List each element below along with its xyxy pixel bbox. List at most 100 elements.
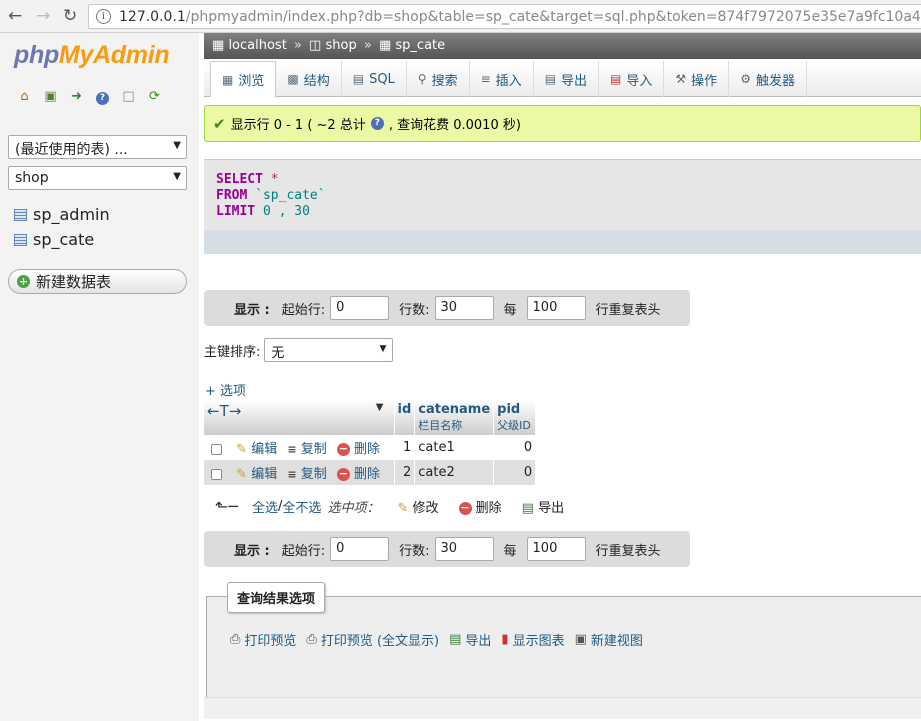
forward-icon[interactable]: → [36, 7, 50, 25]
column-name: catename [418, 402, 491, 417]
edit-link[interactable]: ✎ 编辑 [236, 467, 277, 482]
delete-label: 删除 [354, 442, 381, 457]
tab-sql[interactable]: ▤ SQL [342, 61, 407, 97]
sql-icon: ▤ [352, 72, 365, 86]
database-select[interactable]: shop ▼ [8, 166, 187, 190]
uncheck-all-link[interactable]: 全不选 [282, 497, 321, 516]
sql-keyword-from: FROM [216, 188, 248, 203]
row-checkbox[interactable] [211, 469, 222, 480]
column-header-pid[interactable]: pid 父级ID [493, 400, 537, 435]
address-bar[interactable]: i 127.0.0.1/phpmyadmin/index.php?db=shop… [88, 4, 921, 29]
cell-catename[interactable]: cate1 [414, 435, 495, 460]
checkmark-icon: ✔ [213, 114, 226, 133]
sql-star: * [262, 172, 279, 187]
recent-tables-select[interactable]: (最近使用的表) ... ▼ [8, 135, 187, 159]
sort-select[interactable]: 无 ▼ [264, 338, 394, 362]
rows-input[interactable]: 30 [434, 296, 494, 320]
back-icon[interactable]: ← [8, 7, 22, 25]
chevron-down-icon: ▼ [379, 344, 387, 354]
create-view-link[interactable]: 新建视图 [591, 630, 643, 649]
docs-icon[interactable]: ? [94, 88, 111, 105]
import-icon: ▤ [610, 72, 622, 86]
phpmyadmin-logo[interactable]: phpMyAdmin [14, 41, 170, 70]
tab-export[interactable]: ▤ 导出 [534, 61, 600, 97]
page-icon[interactable]: □ [120, 88, 137, 105]
export-icon: ▤ [544, 72, 557, 86]
tab-structure[interactable]: ▩ 结构 [276, 61, 342, 97]
new-table-button[interactable]: + 新建数据表 [8, 269, 187, 294]
pencil-icon: ✎ [397, 501, 409, 516]
info-icon[interactable]: i [96, 9, 111, 24]
cell-id[interactable]: 2 [394, 460, 416, 485]
sql-limit-value: 0 , 30 [255, 204, 310, 219]
navigation-form-bottom: 显示 : 起始行: 0 行数: 30 每 100 行重复表头 [204, 531, 690, 567]
query-window-icon[interactable]: ➜ [68, 88, 85, 105]
bulk-delete-button[interactable]: − 删除 [458, 497, 502, 516]
export-link[interactable]: 导出 [465, 630, 491, 649]
print-preview-link[interactable]: 打印预览 [244, 630, 296, 649]
sidebar-table-sp-cate[interactable]: sp_cate [14, 230, 94, 249]
cell-pid[interactable]: 0 [493, 435, 537, 460]
rows-input[interactable]: 30 [434, 537, 494, 561]
row-actions: ✎ 编辑 ≡ 复制 − 删除 [204, 435, 395, 460]
row-checkbox[interactable] [211, 444, 222, 455]
copy-icon: ≡ [287, 443, 297, 456]
navigation-form-top: 显示 : 起始行: 0 行数: 30 每 100 行重复表头 [204, 290, 690, 326]
tab-triggers[interactable]: ⚙ 触发器 [729, 61, 807, 97]
check-all-link[interactable]: 全选 [252, 497, 278, 516]
display-chart-link[interactable]: 显示图表 [513, 630, 565, 649]
cell-pid[interactable]: 0 [493, 460, 537, 485]
tab-insert[interactable]: ≡ 插入 [470, 61, 534, 97]
start-row-input[interactable]: 0 [330, 296, 390, 320]
cell-catename[interactable]: cate2 [414, 460, 495, 485]
breadcrumb-database[interactable]: shop [325, 38, 356, 53]
sort-dropdown-icon[interactable]: ▼ [376, 402, 384, 413]
chevron-down-icon: ▼ [173, 171, 181, 182]
browse-icon: ▦ [222, 72, 234, 87]
cell-id[interactable]: 1 [394, 435, 416, 460]
column-header-id[interactable]: id [394, 400, 416, 435]
server-icon: ▦ [212, 38, 225, 53]
options-link[interactable]: + 选项 [205, 380, 246, 399]
message-rows-text: 显示行 0 - 1 ( ~2 总计 [230, 118, 366, 133]
new-table-label: 新建数据表 [36, 273, 112, 291]
bulk-export-button[interactable]: ▤ 导出 [522, 497, 564, 516]
tab-label: 插入 [495, 73, 522, 89]
column-name: id [397, 402, 412, 417]
tab-label: 结构 [303, 73, 330, 89]
browser-toolbar: ← → ↻ i 127.0.0.1/phpmyadmin/index.php?d… [0, 0, 921, 33]
print-preview-full-link[interactable]: 打印预览 (全文显示) [321, 630, 439, 649]
delete-link[interactable]: − 删除 [336, 442, 381, 457]
start-row-input[interactable]: 0 [330, 537, 390, 561]
copy-link[interactable]: ≡ 复制 [287, 467, 326, 482]
column-header-catename[interactable]: catename 栏目名称 [414, 400, 495, 435]
edit-link[interactable]: ✎ 编辑 [236, 442, 277, 457]
edit-label: 编辑 [251, 467, 278, 482]
success-message: ✔ 显示行 0 - 1 ( ~2 总计 ? , 查询花费 0.0010 秒) [204, 105, 921, 142]
tab-operations[interactable]: ⚒ 操作 [664, 61, 730, 97]
tab-import[interactable]: ▤ 导入 [599, 61, 665, 97]
copy-label: 复制 [300, 467, 327, 482]
refresh-icon[interactable]: ⟳ [146, 88, 163, 105]
reload-icon[interactable]: ↻ [63, 7, 77, 25]
tab-browse[interactable]: ▦ 浏览 [210, 61, 277, 97]
home-icon[interactable]: ⌂ [16, 88, 33, 105]
copy-label: 复制 [300, 442, 327, 457]
url-host: 127.0.0.1 [119, 9, 186, 25]
structure-icon: ▩ [287, 72, 299, 86]
column-resize-arrows[interactable]: ←T→ [207, 402, 241, 420]
trigger-icon: ⚙ [740, 72, 751, 86]
logout-icon[interactable]: ▣ [42, 88, 59, 105]
delete-link[interactable]: − 删除 [336, 467, 380, 482]
help-icon[interactable]: ? [370, 117, 384, 130]
sidebar-table-sp-admin[interactable]: sp_admin [14, 205, 110, 224]
copy-link[interactable]: ≡ 复制 [287, 442, 326, 457]
breadcrumb-server[interactable]: localhost [228, 38, 286, 53]
tab-label: 触发器 [755, 73, 795, 89]
breadcrumb-table[interactable]: sp_cate [395, 38, 445, 53]
arrow-up-left-icon: ⬑─ [215, 497, 239, 516]
repeat-header-input[interactable]: 100 [526, 537, 586, 561]
repeat-header-input[interactable]: 100 [526, 296, 586, 320]
bulk-modify-button[interactable]: ✎ 修改 [397, 497, 438, 516]
tab-search[interactable]: ⚲ 搜索 [407, 61, 470, 97]
